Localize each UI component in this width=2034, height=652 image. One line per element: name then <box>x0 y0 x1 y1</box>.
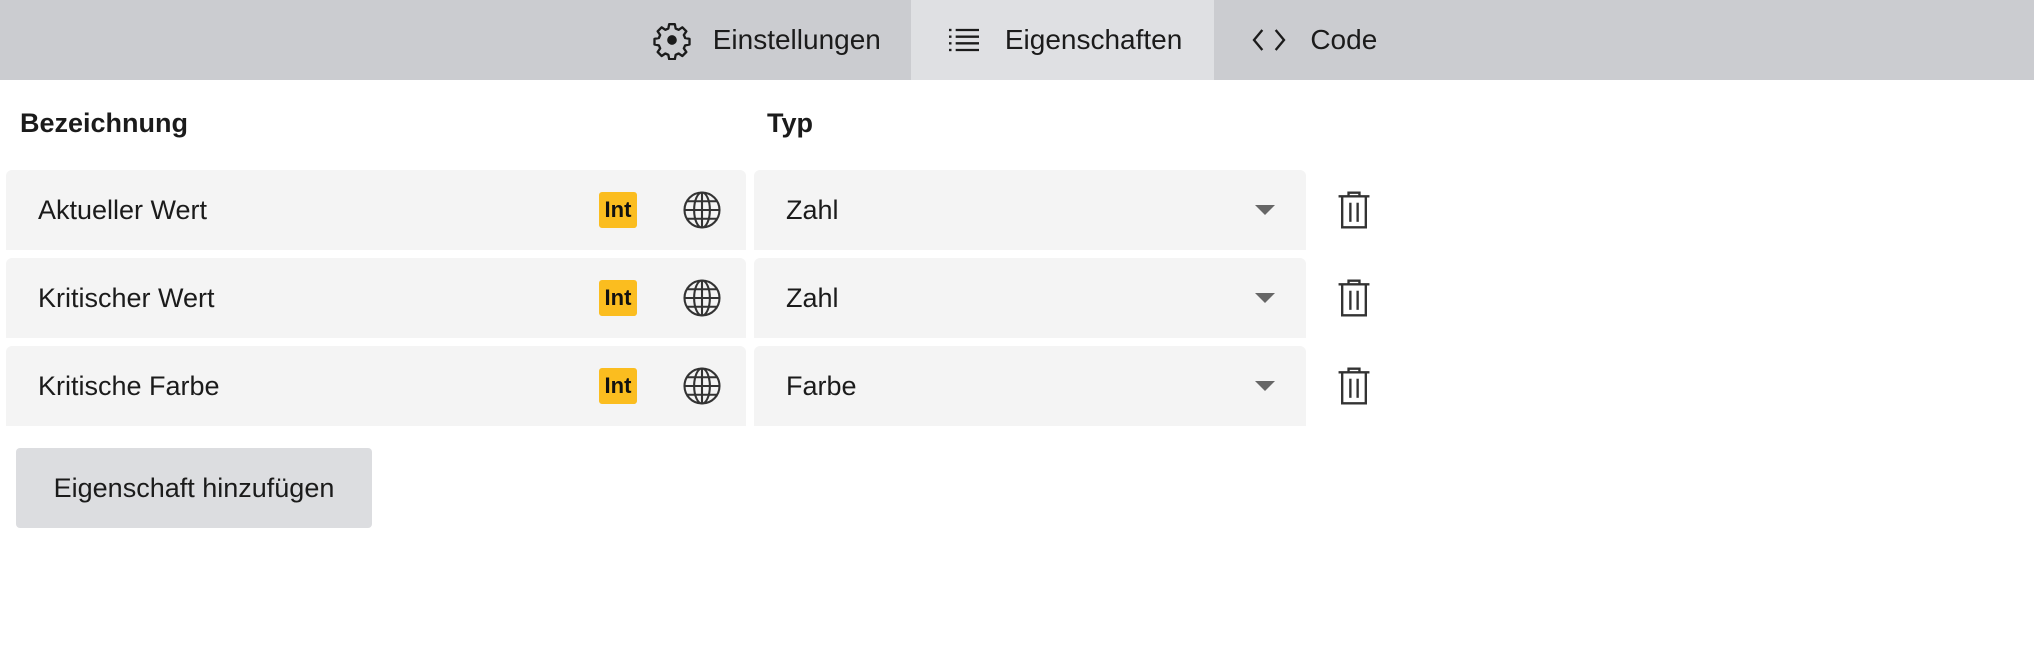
type-select[interactable]: Zahl <box>754 170 1306 250</box>
column-header-name: Bezeichnung <box>20 108 189 138</box>
type-select[interactable]: Farbe <box>754 346 1306 426</box>
table-row: Aktueller Wert Int Zahl <box>0 170 1400 250</box>
tab-label: Einstellungen <box>712 24 881 55</box>
table-row: Kritischer Wert Int Zahl <box>0 258 1400 338</box>
globe-icon[interactable] <box>681 365 723 407</box>
trash-icon[interactable] <box>1335 190 1373 230</box>
trash-icon[interactable] <box>1335 278 1373 318</box>
globe-icon[interactable] <box>681 189 723 231</box>
tab-label: Code <box>1310 24 1378 55</box>
name-input-value: Aktueller Wert <box>38 195 208 225</box>
list-icon <box>943 19 985 61</box>
code-icon <box>1248 19 1290 61</box>
type-select[interactable]: Zahl <box>754 258 1306 338</box>
int-badge: Int <box>599 280 637 316</box>
trash-icon[interactable] <box>1335 366 1373 406</box>
name-input[interactable]: Aktueller Wert Int <box>6 170 746 250</box>
tab-label: Eigenschaften <box>1004 24 1183 55</box>
dropdown-arrow-icon <box>1255 293 1275 303</box>
type-select-value: Farbe <box>786 371 857 401</box>
table-row: Kritische Farbe Int Farbe <box>0 346 1400 426</box>
int-badge: Int <box>599 192 637 228</box>
type-select-value: Zahl <box>786 195 839 225</box>
globe-icon[interactable] <box>681 277 723 319</box>
dropdown-arrow-icon <box>1255 381 1275 391</box>
tab-eigenschaften[interactable]: Eigenschaften <box>910 0 1215 80</box>
dropdown-arrow-icon <box>1255 205 1275 215</box>
tab-code[interactable]: Code <box>1214 0 1415 80</box>
int-badge: Int <box>599 368 637 404</box>
gear-icon <box>651 19 693 61</box>
name-input[interactable]: Kritischer Wert Int <box>6 258 746 338</box>
column-header-type: Typ <box>767 108 813 138</box>
tab-bar: Einstellungen Eigenschaften Code <box>0 0 2034 80</box>
name-input-value: Kritische Farbe <box>38 371 220 401</box>
name-input[interactable]: Kritische Farbe Int <box>6 346 746 426</box>
name-input-value: Kritischer Wert <box>38 283 215 313</box>
tab-einstellungen[interactable]: Einstellungen <box>619 0 911 80</box>
type-select-value: Zahl <box>786 283 839 313</box>
add-property-button[interactable]: Eigenschaft hinzufügen <box>16 448 372 528</box>
